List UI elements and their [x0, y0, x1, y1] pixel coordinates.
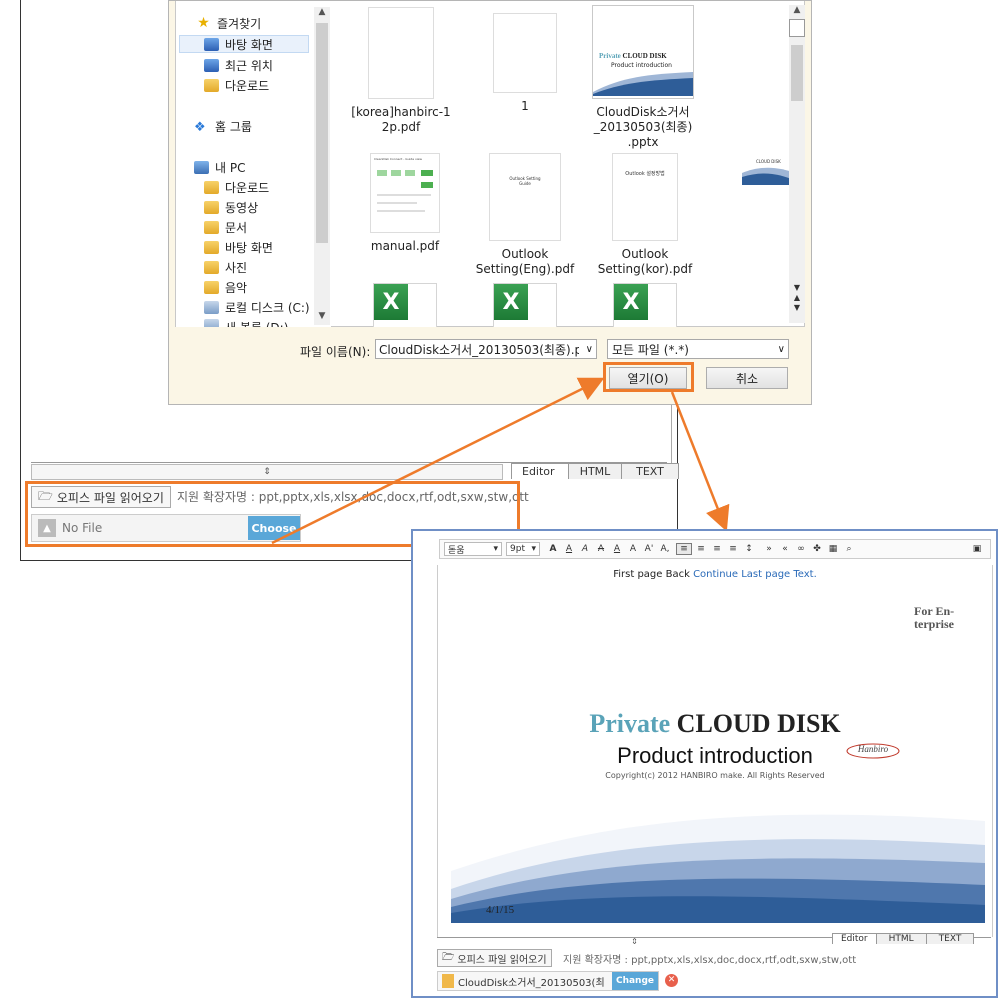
editor-mode-tabs: Editor HTML TEXT: [832, 933, 975, 944]
hanbiro-logo: Hanbiro: [845, 741, 901, 761]
supported-extensions-text: 지원 확장자명 : ppt,pptx,xls,xlsx,doc,docx,rtf…: [563, 955, 857, 966]
resize-handle[interactable]: ⇕: [437, 937, 832, 947]
tab-text[interactable]: TEXT: [925, 933, 975, 944]
folder-open-icon: 🗁: [442, 951, 455, 963]
corner-text: For En- terprise: [914, 604, 955, 631]
slide-date: 4/1/15: [486, 904, 515, 916]
editor-content-area[interactable]: First page Back Continue Last page Text.…: [437, 565, 993, 937]
align-center-icon[interactable]: ≡: [694, 544, 708, 554]
table-icon[interactable]: ▦: [826, 544, 840, 554]
result-editor: 돋움 ▾ 9pt ▾ A A A A A A A' A, ≡ ≡ ≡ ≡ ↕ » «…: [411, 529, 998, 998]
change-button[interactable]: Change: [612, 972, 658, 990]
subscript-button[interactable]: A,: [658, 544, 672, 554]
file-name-text: CloudDisk소거서_20130503(최: [458, 977, 605, 989]
outdent-icon[interactable]: »: [762, 544, 776, 554]
image-icon[interactable]: ▣: [970, 544, 984, 554]
chevron-down-icon: ▾: [531, 544, 536, 554]
find-icon[interactable]: ⌕: [842, 544, 856, 554]
font-size-select[interactable]: 9pt ▾: [506, 542, 540, 556]
font-color-button[interactable]: A: [610, 544, 624, 554]
load-office-file-label: 오피스 파일 읽어오기: [457, 954, 547, 966]
highlight-color-button[interactable]: A: [626, 544, 640, 554]
align-left-icon[interactable]: ≡: [676, 543, 692, 555]
special-char-icon[interactable]: ✤: [810, 544, 824, 554]
remove-file-icon[interactable]: ✕: [665, 974, 678, 987]
slide-title: Private CLOUD DISK: [589, 709, 841, 738]
load-office-file-button[interactable]: 🗁 오피스 파일 읽어오기: [437, 949, 552, 967]
strike-button[interactable]: A: [594, 544, 608, 554]
file-input[interactable]: CloudDisk소거서_20130503(최 Change: [437, 971, 659, 991]
editor-toolbar: 돋움 ▾ 9pt ▾ A A A A A A A' A, ≡ ≡ ≡ ≡ ↕ » «…: [439, 539, 991, 559]
slide-copyright: Copyright(c) 2012 HANBIRO make. All Righ…: [605, 771, 825, 780]
superscript-button[interactable]: A': [642, 544, 656, 554]
chevron-down-icon: ▾: [493, 544, 498, 554]
tab-editor[interactable]: Editor: [832, 933, 877, 944]
font-select[interactable]: 돋움 ▾: [444, 542, 502, 556]
bold-button[interactable]: A: [546, 544, 560, 554]
line-height-icon[interactable]: ↕: [742, 544, 756, 554]
file-icon: [442, 974, 454, 988]
align-right-icon[interactable]: ≡: [710, 544, 724, 554]
slide-wave: [451, 814, 985, 923]
tab-html[interactable]: HTML: [875, 933, 927, 944]
continue-text-line: First page Back Continue Last page Text.: [613, 569, 817, 580]
indent-icon[interactable]: «: [778, 544, 792, 554]
underline-button[interactable]: A: [562, 544, 576, 554]
slide-subtitle: Product introduction: [617, 743, 813, 768]
justify-icon[interactable]: ≡: [726, 544, 740, 554]
italic-button[interactable]: A: [578, 544, 592, 554]
link-icon[interactable]: ∞: [794, 544, 808, 554]
